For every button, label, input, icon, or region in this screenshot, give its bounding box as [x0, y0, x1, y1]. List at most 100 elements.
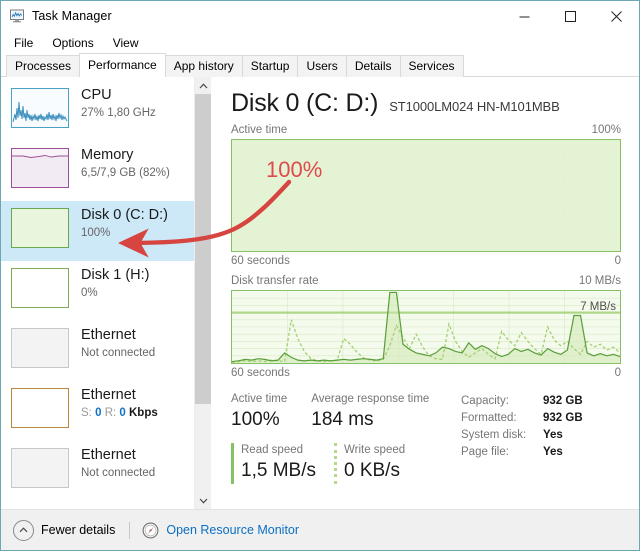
sidebar-item-label: Disk 1 (H:): [81, 267, 150, 283]
ethernet-disconnected-icon: [11, 448, 69, 488]
active-time-footer: 60 seconds 0: [231, 254, 621, 268]
open-resource-monitor-label: Open Resource Monitor: [166, 523, 300, 537]
sidebar-item-label: Ethernet: [81, 327, 136, 343]
sidebar-item-ethernet-3[interactable]: Ethernet Not connected: [1, 441, 194, 501]
sidebar-item-sub: 6,5/7,9 GB (82%): [81, 167, 170, 179]
stat-label: Read speed: [241, 444, 304, 456]
stat-value: 1,5 MB/s: [241, 460, 316, 481]
tab-details[interactable]: Details: [345, 55, 401, 77]
tab-processes[interactable]: Processes: [6, 55, 81, 77]
minimize-icon[interactable]: [501, 1, 547, 31]
menu-bar: File Options View: [1, 31, 639, 54]
sidebar-item-sub: Not connected: [81, 347, 156, 359]
tab-performance[interactable]: Performance: [79, 53, 166, 77]
transfer-rate-x-left: 60 seconds: [231, 367, 290, 379]
sidebar-item-ethernet-1[interactable]: Ethernet Not connected: [1, 321, 194, 381]
active-time-max: 100%: [591, 124, 621, 136]
detail-value: 932 GB: [543, 395, 583, 407]
stat-value: 0 KB/s: [343, 460, 400, 481]
sidebar-item-label: Memory: [81, 147, 134, 163]
detail-page-file: Page file: Yes: [461, 444, 621, 461]
close-icon[interactable]: [593, 1, 639, 31]
disk-model: ST1000LM024 HN-M101MBB: [389, 99, 560, 114]
chevron-up-icon[interactable]: [195, 77, 211, 94]
detail-key: Page file:: [461, 446, 509, 458]
sidebar-item-sub: S: 0 R: 0 Kbps: [81, 405, 158, 421]
detail-formatted: Formatted: 932 GB: [461, 410, 621, 427]
maximize-icon[interactable]: [547, 1, 593, 31]
sidebar-item-label: Disk 0 (C: D:): [81, 207, 168, 223]
sidebar-item-label: Ethernet: [81, 387, 136, 403]
stat-value: 100%: [231, 409, 280, 430]
performance-detail-panel: Disk 0 (C: D:) ST1000LM024 HN-M101MBB Ac…: [211, 77, 639, 509]
memory-fill-icon: [11, 148, 69, 188]
stat-label: Write speed: [343, 444, 406, 456]
detail-value: Yes: [543, 429, 563, 441]
task-manager-icon: [9, 8, 25, 24]
tab-services[interactable]: Services: [399, 55, 464, 77]
detail-value: 932 GB: [543, 412, 583, 424]
transfer-rate-x-right: 0: [614, 367, 621, 379]
scrollbar-thumb[interactable]: [195, 94, 211, 405]
tab-app-history[interactable]: App history: [164, 55, 243, 77]
sidebar-item-memory[interactable]: Memory 6,5/7,9 GB (82%): [1, 141, 194, 201]
detail-key: System disk:: [461, 429, 527, 441]
detail-key: Formatted:: [461, 412, 517, 424]
sidebar-scrollbar[interactable]: [194, 77, 211, 509]
menu-view[interactable]: View: [107, 34, 148, 52]
stat-label: Average response time: [311, 393, 430, 405]
stat-read-speed: Read speed 1,5 MB/s: [231, 443, 316, 484]
disk-stats-left: Active time 100% Average response time 1…: [231, 392, 461, 484]
open-resource-monitor-link[interactable]: Open Resource Monitor: [142, 522, 299, 539]
window-controls: [501, 1, 639, 31]
sidebar-item-sub: Not connected: [81, 467, 156, 479]
menu-options[interactable]: Options: [46, 34, 102, 52]
transfer-rate-label: Disk transfer rate: [231, 275, 319, 287]
active-time-graph: [231, 139, 621, 252]
disk-empty-icon: [11, 268, 69, 308]
active-time-plot: [232, 140, 620, 251]
task-manager-window: Task Manager File Options View Processes…: [0, 0, 640, 551]
chevron-up-circle-icon: [13, 519, 34, 541]
transfer-rate-plot: [232, 291, 620, 363]
stat-write-speed: Write speed 0 KB/s: [333, 443, 406, 484]
detail-capacity: Capacity: 932 GB: [461, 393, 621, 410]
stat-average-response-time: Average response time 184 ms: [311, 392, 429, 433]
transfer-rate-footer: 60 seconds 0: [231, 366, 621, 380]
panel-header: Disk 0 (C: D:) ST1000LM024 HN-M101MBB: [231, 89, 621, 117]
eth-recv-value: 0: [119, 407, 126, 419]
active-time-x-right: 0: [614, 255, 621, 267]
chevron-down-icon[interactable]: [195, 492, 211, 509]
ethernet-disconnected-icon: [11, 328, 69, 368]
fewer-details-button[interactable]: Fewer details: [13, 519, 115, 541]
scrollbar-track[interactable]: [195, 94, 211, 492]
cpu-sparkline-icon: [11, 88, 69, 128]
active-time-label: Active time: [231, 124, 288, 136]
ethernet-active-icon: [11, 388, 69, 428]
disk-fill-icon: [11, 208, 69, 248]
disk-stats: Active time 100% Average response time 1…: [231, 392, 621, 484]
stat-value: 184 ms: [311, 409, 374, 430]
eth-unit: Kbps: [129, 407, 158, 419]
sidebar-item-ethernet-2[interactable]: Ethernet S: 0 R: 0 Kbps: [1, 381, 194, 441]
stat-row-bottom: Read speed 1,5 MB/s Write speed 0 KB/s: [231, 443, 461, 484]
status-separator: [129, 521, 131, 539]
sidebar-item-cpu[interactable]: CPU 27% 1,80 GHz: [1, 81, 194, 141]
active-time-graph-labels: Active time 100%: [231, 123, 621, 137]
sidebar-item-sub: 0%: [81, 287, 98, 299]
tab-users[interactable]: Users: [297, 55, 347, 77]
tab-startup[interactable]: Startup: [241, 55, 299, 77]
content-area: CPU 27% 1,80 GHz Memory 6,5/7,9 GB (82%)…: [1, 77, 639, 509]
detail-key: Capacity:: [461, 395, 509, 407]
detail-system-disk: System disk: Yes: [461, 427, 621, 444]
sidebar-item-disk-1[interactable]: Disk 1 (H:) 0%: [1, 261, 194, 321]
sidebar-item-sub: 100%: [81, 227, 111, 239]
title-bar: Task Manager: [1, 1, 639, 31]
status-bar: Fewer details Open Resource Monitor: [1, 509, 639, 550]
tab-strip: Processes Performance App history Startu…: [1, 53, 639, 77]
transfer-rate-max: 10 MB/s: [578, 275, 621, 287]
menu-file[interactable]: File: [8, 34, 42, 52]
stat-row-top: Active time 100% Average response time 1…: [231, 392, 461, 433]
sidebar-item-disk-0[interactable]: Disk 0 (C: D:) 100%: [1, 201, 194, 261]
stat-active-time: Active time 100%: [231, 392, 287, 433]
